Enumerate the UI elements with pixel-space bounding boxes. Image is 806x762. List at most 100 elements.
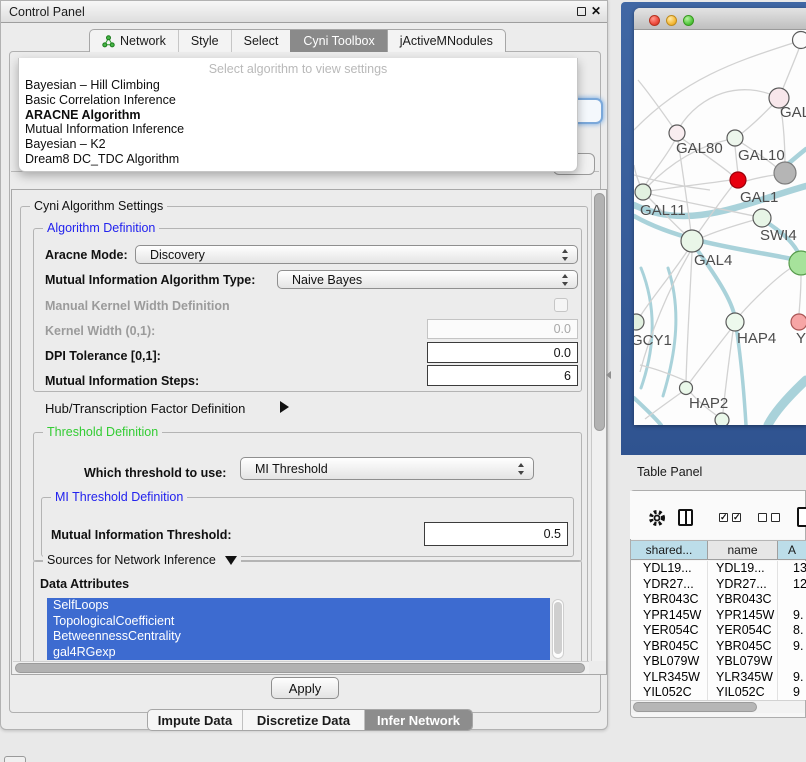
attribute-list-scrollbar[interactable] [552,599,564,659]
table-horizontal-scrollbar[interactable] [631,700,805,713]
float-window-icon[interactable] [577,7,586,16]
spinner-arrows-icon [518,463,525,475]
table-row[interactable]: YLR345WYLR345W9. [631,670,806,686]
network-node-gal11[interactable] [635,184,651,200]
collapsed-panel-icon[interactable] [4,756,26,762]
dropdown-item-mutual-information-inference[interactable]: Mutual Information Inference [23,122,573,137]
table-cell: 8. [778,623,806,639]
dpi-tolerance-field[interactable]: 0.0 [427,342,578,363]
network-node-y[interactable] [791,314,806,330]
tab-select[interactable]: Select [231,30,291,52]
dropdown-item-aracne-algorithm[interactable]: ARACNE Algorithm [23,108,573,123]
table-cell: YBL079W [631,654,708,670]
scrollbar-thumb[interactable] [15,663,585,673]
scrollbar-thumb[interactable] [633,702,757,712]
table-cell: 12 [778,577,806,593]
attribute-item-topologicalcoefficient[interactable]: TopologicalCoefficient [47,614,550,630]
mi-type-label: Mutual Information Algorithm Type: [45,273,255,287]
unchecked-checkbox-icon[interactable] [758,513,767,522]
network-node-gal80[interactable] [669,125,685,141]
table-row[interactable]: YDL19...YDL19...13 [631,561,806,577]
tab-jactivemnodules[interactable]: jActiveMNodules [387,30,505,52]
attribute-item-selfloops[interactable]: SelfLoops [47,598,550,614]
table-row[interactable]: YER054CYER054C8. [631,623,806,639]
tab-style[interactable]: Style [178,30,231,52]
network-node-gal1[interactable] [730,172,746,188]
scrollbar-thumb[interactable] [554,602,562,654]
gear-icon[interactable] [648,509,666,527]
expand-right-icon[interactable] [280,401,289,413]
network-node[interactable] [793,32,806,49]
aracne-mode-combobox[interactable]: Discovery [135,245,578,264]
mi-steps-field[interactable]: 6 [427,365,578,386]
dropdown-item-dream8-dc-tdc-algorithm[interactable]: Dream8 DC_TDC Algorithm [23,152,573,167]
network-node-hap2[interactable] [680,382,693,395]
table-cell: YBL079W [708,654,778,670]
combo-value: Discovery [150,248,205,262]
scrollbar-thumb[interactable] [594,193,605,431]
table-row[interactable]: YDR27...YDR27...12 [631,577,806,593]
tab-discretize-data[interactable]: Discretize Data [242,710,364,730]
table-cell: 9. [778,639,806,655]
data-attributes-list[interactable]: SelfLoopsTopologicalCoefficientBetweenne… [47,598,550,660]
table-row[interactable]: YBL079WYBL079W [631,654,806,670]
network-node-hap4[interactable] [726,313,744,331]
table-row[interactable]: YBR045CYBR045C9. [631,639,806,655]
mac-zoom-button[interactable] [683,15,694,26]
dropdown-item-bayesian-k2[interactable]: Bayesian – K2 [23,137,573,152]
split-table-icon[interactable] [678,509,693,526]
settings-horizontal-scrollbar[interactable] [13,661,589,674]
spinner-arrows-icon [562,274,569,286]
close-icon[interactable] [591,4,603,20]
unchecked-checkbox-icon[interactable] [771,513,780,522]
network-node[interactable] [789,251,806,275]
settings-vertical-scrollbar[interactable] [591,190,606,661]
apply-button[interactable]: Apply [271,677,339,699]
checked-checkbox-icon[interactable] [732,513,741,522]
network-node-swi4[interactable] [753,209,771,227]
tab-impute-data[interactable]: Impute Data [148,710,242,730]
dropdown-item-bayesian-hill-climbing[interactable]: Bayesian – Hill Climbing [23,78,573,93]
network-node-gcy1[interactable] [634,314,644,330]
dropdown-item-basic-correlation-inference[interactable]: Basic Correlation Inference [23,93,573,108]
mi-threshold-field[interactable]: 0.5 [424,522,568,546]
table-row[interactable]: YPR145WYPR145W9. [631,608,806,624]
network-node-gal4[interactable] [681,230,703,252]
hub-section-label: Hub/Transcription Factor Definition [45,401,245,416]
kernel-width-field[interactable]: 0.0 [427,319,578,339]
panel-divider-handle[interactable] [606,371,611,379]
attribute-item-gal4rgexp[interactable]: gal4RGexp [47,645,550,661]
tab-network[interactable]: Network [90,30,178,52]
mac-close-button[interactable] [649,15,660,26]
which-threshold-label: Which threshold to use: [84,466,226,480]
application-window: Control Panel NetworkStyleSelectCyni Too… [0,0,806,762]
table-row[interactable]: YIL052CYIL052C9 [631,685,806,700]
network-node[interactable] [715,413,729,425]
table-row[interactable]: YBR043CYBR043C [631,592,806,608]
column-header-a[interactable]: A [778,541,806,559]
document-icon[interactable] [797,507,806,527]
tab-cyni-toolbox[interactable]: Cyni Toolbox [290,30,386,52]
which-threshold-combobox[interactable]: MI Threshold [240,457,534,480]
table-cell: YDR27... [631,577,708,593]
tab-infer-network[interactable]: Infer Network [364,710,472,730]
data-attributes-label: Data Attributes [40,577,129,591]
mac-minimize-button[interactable] [666,15,677,26]
network-node[interactable] [774,162,796,184]
cyni-bottom-tabbar: Impute DataDiscretize DataInfer Network [147,709,473,731]
checked-checkbox-icon[interactable] [719,513,728,522]
group-title: Algorithm Definition [43,221,159,235]
node-label: SWI4 [760,227,797,244]
node-label: GAL [780,104,806,121]
network-window-titlebar[interactable] [634,8,806,30]
collapse-down-icon[interactable] [225,556,237,565]
network-node-gal10[interactable] [727,130,743,146]
mi-type-combobox[interactable]: Naive Bayes [277,270,578,289]
column-header-shared[interactable]: shared... [631,541,708,559]
attribute-item-betweennesscentrality[interactable]: BetweennessCentrality [47,629,550,645]
network-canvas[interactable]: GALGAL80GAL10GAL1GAL11SWI4GAL4GCY1HAP4YH… [634,30,806,425]
aracne-mode-label: Aracne Mode: [45,248,128,262]
manual-kernel-checkbox[interactable] [554,298,568,312]
column-header-name[interactable]: name [708,541,778,559]
network-teal-edges[interactable] [634,149,806,425]
